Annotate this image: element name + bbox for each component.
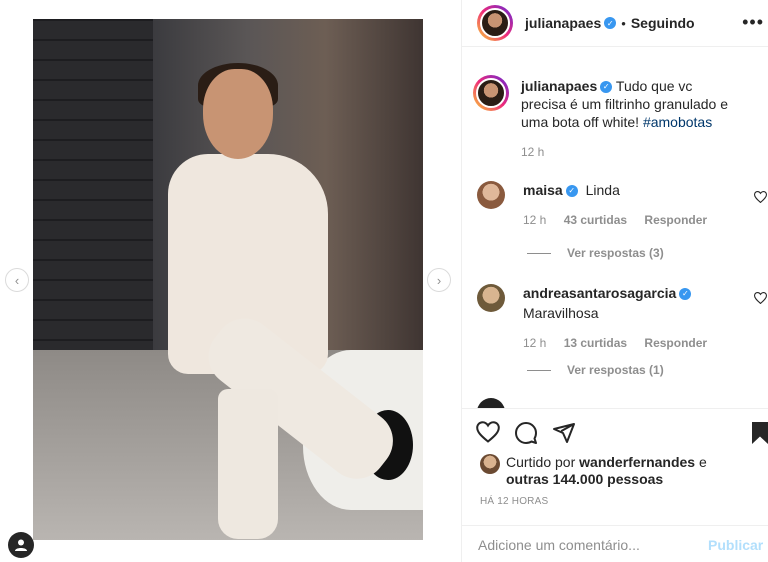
action-icons <box>476 421 576 445</box>
comment-item: andreasantarosagarcia ✓ Maravilhosa 12 h … <box>477 284 767 352</box>
heart-icon[interactable] <box>754 292 767 304</box>
follow-status-button[interactable]: Seguindo <box>631 15 695 31</box>
comment-item: maisa ✓ Linda 12 h 43 curtidas Responder <box>477 181 767 229</box>
commenter-avatar[interactable] <box>477 284 505 312</box>
likes-middle: e <box>695 454 707 470</box>
person-icon <box>15 539 27 551</box>
photo-boot-standing <box>218 389 278 539</box>
view-replies-label[interactable]: Ver respostas (1) <box>567 363 664 377</box>
more-options-icon[interactable]: ••• <box>742 12 764 33</box>
comment-likes[interactable]: 43 curtidas <box>564 213 627 227</box>
publish-button[interactable]: Publicar <box>708 537 763 553</box>
replies-divider <box>527 252 551 254</box>
comment-time[interactable]: 12 h <box>523 336 546 350</box>
add-comment-bar: Publicar <box>462 525 768 562</box>
heart-icon[interactable] <box>754 191 767 203</box>
view-replies-label[interactable]: Ver respostas (3) <box>567 246 664 260</box>
header-separator: • <box>621 15 626 31</box>
post-photo[interactable] <box>33 19 423 540</box>
comment-text: Linda <box>585 182 620 198</box>
caption-meta: 12 h <box>521 143 741 161</box>
liker-avatar[interactable] <box>480 454 500 474</box>
details-pane: julianapaes ✓ • Seguindo ••• julianapaes… <box>461 0 768 562</box>
author-avatar[interactable] <box>477 5 513 41</box>
caption: julianapaes ✓ Tudo que vc precisa é um fi… <box>473 75 767 161</box>
view-replies-button[interactable]: Ver respostas (1) <box>527 363 664 377</box>
caption-hashtag[interactable]: #amobotas <box>643 114 712 130</box>
save-bookmark-icon[interactable] <box>751 421 768 445</box>
comment-meta: 12 h 43 curtidas Responder <box>523 211 743 229</box>
verified-badge-icon: ✓ <box>600 81 613 94</box>
comment-time[interactable]: 12 h <box>523 213 546 227</box>
comment-likes[interactable]: 13 curtidas <box>564 336 627 350</box>
comment-input[interactable] <box>478 536 708 553</box>
post-header: julianapaes ✓ • Seguindo ••• <box>462 0 768 47</box>
next-post-button[interactable]: › <box>427 268 451 292</box>
photo-subject <box>148 63 418 539</box>
commenter-avatar[interactable] <box>477 398 505 408</box>
chevron-right-icon: › <box>436 272 442 288</box>
comment-meta: 12 h 13 curtidas Responder <box>523 334 743 352</box>
photo-head <box>203 69 273 159</box>
verified-badge-icon: ✓ <box>604 17 617 29</box>
reply-button[interactable]: Responder <box>644 213 707 227</box>
photo-brick-wall <box>33 19 153 399</box>
user-tag-button[interactable] <box>8 532 34 558</box>
author-username[interactable]: julianapaes <box>525 15 601 31</box>
view-replies-button[interactable]: Ver respostas (3) <box>527 246 664 260</box>
caption-avatar[interactable] <box>473 75 509 111</box>
comment-bubble-icon[interactable] <box>514 421 538 445</box>
verified-badge-icon: ✓ <box>565 185 578 198</box>
commenter-avatar[interactable] <box>477 181 505 209</box>
chevron-left-icon: ‹ <box>14 272 20 288</box>
like-heart-icon[interactable] <box>476 421 500 443</box>
post-actions: Curtido por wanderfernandes e outras 144… <box>462 408 768 562</box>
comment-text: Maravilhosa <box>523 305 599 321</box>
reply-button[interactable]: Responder <box>644 336 707 350</box>
commenter-username[interactable]: maisa <box>523 182 563 198</box>
share-paper-plane-icon[interactable] <box>552 421 576 445</box>
likes-prefix: Curtido por <box>506 454 580 470</box>
caption-username[interactable]: julianapaes <box>521 78 597 94</box>
likes-summary: Curtido por wanderfernandes e outras 144… <box>480 454 756 488</box>
replies-divider <box>527 369 551 371</box>
comments-list[interactable]: julianapaes ✓ Tudo que vc precisa é um fi… <box>462 60 768 408</box>
prev-post-button[interactable]: ‹ <box>5 268 29 292</box>
commenter-username[interactable]: andreasantarosagarcia <box>523 285 676 301</box>
caption-time[interactable]: 12 h <box>521 145 544 159</box>
post-timestamp[interactable]: HÁ 12 HORAS <box>480 496 548 507</box>
verified-badge-icon: ✓ <box>679 288 692 301</box>
liker-username[interactable]: wanderfernandes <box>579 454 695 470</box>
likes-others[interactable]: outras 144.000 pessoas <box>506 471 663 487</box>
media-pane: ‹ › <box>0 0 461 562</box>
